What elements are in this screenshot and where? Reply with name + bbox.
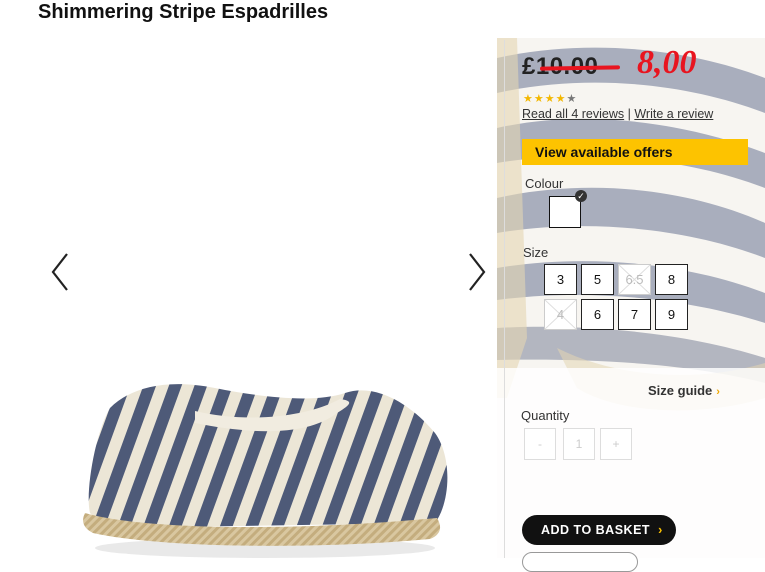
product-image-gallery xyxy=(30,38,500,558)
write-review-link[interactable]: Write a review xyxy=(634,107,713,121)
add-to-basket-button[interactable]: ADD TO BASKET › xyxy=(522,515,676,545)
size-option[interactable]: 6 xyxy=(581,299,614,330)
quantity-decrease-button[interactable]: - xyxy=(524,428,556,460)
product-image-shoe xyxy=(83,384,448,558)
colour-swatch[interactable] xyxy=(549,196,581,228)
size-option[interactable]: 9 xyxy=(655,299,688,330)
selected-check-icon: ✓ xyxy=(575,190,587,202)
star-icon: ★ xyxy=(523,93,534,105)
quantity-increase-button[interactable]: + xyxy=(600,428,632,460)
chevron-right-icon: › xyxy=(658,523,663,537)
star-icon: ★ xyxy=(533,93,545,105)
star-icon: ★ xyxy=(544,93,556,105)
size-label: Size xyxy=(523,245,549,260)
size-option-unavailable: 6.5 xyxy=(618,264,651,295)
size-option[interactable]: 3 xyxy=(544,264,577,295)
size-option[interactable]: 7 xyxy=(618,299,651,330)
chevron-right-icon: › xyxy=(716,386,720,398)
review-links: Read all 4 reviews | Write a review xyxy=(522,107,713,121)
add-to-basket-label: ADD TO BASKET xyxy=(541,523,651,537)
size-guide-link[interactable]: Size guide › xyxy=(648,383,720,398)
star-icon: ★ xyxy=(555,93,567,105)
panel-divider xyxy=(504,40,505,558)
secondary-action-button[interactable] xyxy=(522,552,638,572)
read-reviews-link[interactable]: Read all 4 reviews xyxy=(522,107,624,121)
star-rating: ★★★★★ xyxy=(523,92,577,105)
size-option[interactable]: 8 xyxy=(655,264,688,295)
next-image-arrow-icon[interactable] xyxy=(462,250,492,294)
sale-price: 8,00 xyxy=(637,44,697,81)
size-option-label: 4 xyxy=(556,307,565,322)
size-option[interactable]: 5 xyxy=(581,264,614,295)
view-offers-button[interactable]: View available offers xyxy=(522,139,748,165)
size-option-unavailable: 4 xyxy=(544,299,577,330)
star-half-icon: ★ xyxy=(566,93,578,105)
size-guide-label: Size guide xyxy=(648,383,713,398)
quantity-label: Quantity xyxy=(521,408,570,423)
size-option-label: 6.5 xyxy=(625,272,644,287)
colour-label: Colour xyxy=(525,176,564,191)
product-title: Shimmering Stripe Espadrilles xyxy=(38,1,329,23)
previous-image-arrow-icon[interactable] xyxy=(45,250,75,294)
review-separator: | xyxy=(627,107,631,121)
quantity-input[interactable]: 1 xyxy=(563,428,595,460)
